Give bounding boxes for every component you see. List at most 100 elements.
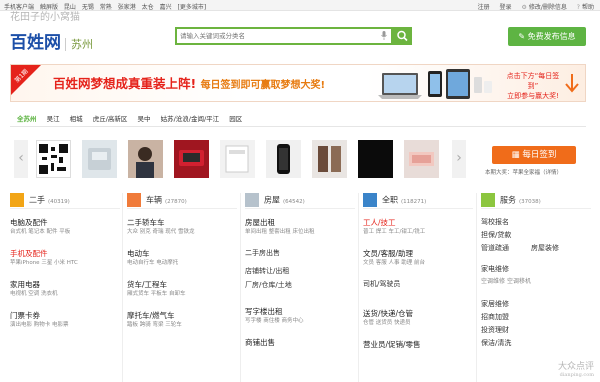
- subcategory-tags[interactable]: 苹果iPhone 三星 小米 HTC: [10, 258, 122, 267]
- subcategory-tags[interactable]: 电动自行车 电动摩托: [127, 258, 239, 267]
- subcategory-link[interactable]: 家居维修: [481, 299, 586, 312]
- edit-icon: ✎: [518, 32, 528, 41]
- district-link[interactable]: 虎丘/高新区: [93, 115, 128, 123]
- subcategory-link[interactable]: 家用电器: [10, 279, 122, 289]
- daily-signin-button[interactable]: ▦ 每日签到: [492, 146, 576, 164]
- listing-thumbnail[interactable]: [404, 140, 439, 178]
- promo-banner[interactable]: 第1期 百姓网梦想成真重装上阵! 每日签到即可赢取梦想大奖! 点击下方“每日签到…: [10, 64, 586, 102]
- arrow-down-icon: [565, 74, 579, 93]
- subcategory-link[interactable]: 招商加盟: [481, 312, 586, 325]
- service-icon: [481, 193, 495, 207]
- subcategory-link[interactable]: 文员/客服/助理: [363, 248, 475, 258]
- category-header-services[interactable]: 服务 (37038): [481, 193, 591, 209]
- subcategory-link[interactable]: 营业员/促销/零售: [363, 339, 475, 349]
- subcategory-link[interactable]: 家电维修: [481, 264, 586, 276]
- subcategory-link[interactable]: 工人/技工: [363, 217, 475, 227]
- category-column-fulltime: 工人/技工 普工 焊工 车工/钳工/铣工 文员/客服/助理 文员 客服 人事 助…: [363, 217, 475, 349]
- city-link[interactable]: 常熟: [100, 4, 112, 11]
- subcategory-link[interactable]: 店铺转让/出租: [245, 266, 357, 280]
- post-free-button[interactable]: ✎ 免费发布信息: [508, 27, 586, 46]
- site-logo[interactable]: 百姓网 苏州: [10, 28, 93, 53]
- calendar-icon: ▦: [511, 150, 523, 160]
- subcategory-tags[interactable]: 大众 别克 奇瑞 现代 雪铁龙: [127, 227, 239, 236]
- subcategory-link[interactable]: 驾校报名: [481, 217, 586, 230]
- listing-thumbnail[interactable]: [128, 140, 163, 178]
- category-header-vehicles[interactable]: 车辆 (27870): [127, 193, 237, 209]
- city-link[interactable]: 无锡: [82, 4, 94, 11]
- more-cities-link[interactable]: [更多城市]: [178, 4, 207, 11]
- subcategory-link[interactable]: 手机及配件: [10, 248, 122, 258]
- account-links: 注册 登录 ⚙ 修改/删除信息 ? 帮助: [470, 2, 594, 11]
- subcategory-link[interactable]: 房屋出租: [245, 217, 357, 227]
- subcategory-link[interactable]: 保洁/清洗: [481, 338, 586, 351]
- subcategory-link[interactable]: 房屋装修: [531, 244, 559, 252]
- qr-code-image[interactable]: [36, 140, 71, 178]
- prize-note[interactable]: 本期大奖：苹果全家福（详情）: [485, 168, 562, 176]
- login-link[interactable]: 登录: [500, 4, 512, 11]
- search-input[interactable]: [177, 29, 367, 43]
- subcategory-link[interactable]: 摩托车/燃气车: [127, 310, 239, 320]
- district-link[interactable]: 吴中: [138, 115, 151, 123]
- search-button[interactable]: [393, 27, 412, 45]
- house-icon: [245, 193, 259, 207]
- category-column-secondhand: 电脑及配件 台式机 笔记本 配件 平板 手机及配件 苹果iPhone 三星 小米…: [10, 217, 122, 341]
- search-box: [175, 27, 393, 45]
- current-city[interactable]: 苏州: [65, 38, 93, 51]
- subcategory-tags[interactable]: 写字楼 商住楼 商务中心: [245, 316, 357, 325]
- listing-thumbnail[interactable]: [82, 140, 117, 178]
- help-link[interactable]: ? 帮助: [577, 4, 594, 11]
- divider: [476, 193, 477, 382]
- chevron-right-icon: ›: [456, 150, 462, 166]
- subcategory-link[interactable]: 送货/快递/仓管: [363, 308, 475, 318]
- listing-thumbnail[interactable]: [358, 140, 393, 178]
- subcategory-link[interactable]: 电动车: [127, 248, 239, 258]
- banner-title: 百姓网梦想成真重装上阵! 每日签到即可赢取梦想大奖!: [53, 76, 326, 91]
- subcategory-link[interactable]: 司机/驾驶员: [363, 279, 475, 308]
- district-link[interactable]: 吴江: [47, 115, 60, 123]
- category-header-housing[interactable]: 房屋 (64542): [245, 193, 355, 209]
- city-link[interactable]: 太仓: [142, 4, 154, 11]
- subcategory-tags[interactable]: 踏板 跨骑 弯梁 三轮车: [127, 320, 239, 329]
- subcategory-tags[interactable]: 普工 焊工 车工/钳工/铣工: [363, 227, 475, 236]
- watermark-top: 花田子的小窝猫: [10, 12, 80, 23]
- subcategory-tags[interactable]: 演出电影 购物卡 电影票: [10, 320, 122, 329]
- category-header-secondhand[interactable]: 二手 (40319): [10, 193, 120, 209]
- district-link[interactable]: 姑苏/沧浪/金阊/平江: [161, 115, 220, 123]
- city-link[interactable]: 嘉兴: [160, 4, 172, 11]
- subcategory-tags[interactable]: 仓管 送货员 快递员: [363, 318, 475, 327]
- subcategory-link[interactable]: 商铺出售: [245, 337, 357, 347]
- district-nav: 全苏州 吴江 相城 虎丘/高新区 吴中 姑苏/沧浪/金阊/平江 园区: [17, 113, 250, 123]
- city-link[interactable]: 张家港: [118, 4, 136, 11]
- listing-thumbnail[interactable]: [266, 140, 301, 178]
- listing-thumbnail[interactable]: [312, 140, 347, 178]
- register-link[interactable]: 注册: [478, 4, 490, 11]
- listing-thumbnail[interactable]: [220, 140, 255, 178]
- district-link[interactable]: 园区: [229, 115, 242, 123]
- subcategory-link[interactable]: 写字楼出租: [245, 306, 357, 316]
- subcategory-tags[interactable]: 电视机 空调 洗衣机: [10, 289, 122, 298]
- carousel-prev-button[interactable]: ‹: [14, 140, 28, 178]
- subcategory-tags[interactable]: 台式机 笔记本 配件 平板: [10, 227, 122, 236]
- subcategory-link[interactable]: 门票卡券: [10, 310, 122, 320]
- listing-thumbnail[interactable]: [174, 140, 209, 178]
- subcategory-tags[interactable]: 厢式货车 平板车 自卸车: [127, 289, 239, 298]
- subcategory-link[interactable]: 二手轿车车: [127, 217, 239, 227]
- subcategory-link[interactable]: 二手房出售: [245, 248, 357, 266]
- district-all[interactable]: 全苏州: [17, 115, 37, 123]
- subcategory-link[interactable]: 货车/工程车: [127, 279, 239, 289]
- district-link[interactable]: 相城: [70, 115, 83, 123]
- subcategory-link[interactable]: 电脑及配件: [10, 217, 122, 227]
- subcategory-link[interactable]: 厂房/仓库/土地: [245, 280, 357, 306]
- carousel-next-button[interactable]: ›: [452, 140, 466, 178]
- subcategory-link[interactable]: 投资理财: [481, 325, 586, 338]
- edit-delete-link[interactable]: ⚙ 修改/删除信息: [521, 4, 566, 11]
- category-header-fulltime[interactable]: 全职 (118271): [363, 193, 473, 209]
- subcategory-link[interactable]: 担保/贷款: [481, 230, 586, 243]
- divider: [122, 193, 123, 382]
- briefcase-icon: [363, 193, 377, 207]
- microphone-icon[interactable]: [381, 31, 387, 40]
- subcategory-tags[interactable]: 文员 客服 人事 助理 前台: [363, 258, 475, 267]
- chevron-left-icon: ‹: [18, 150, 24, 166]
- subcategory-tags[interactable]: 单间出租 整套出租 床位出租: [245, 227, 357, 236]
- subcategory-link[interactable]: 管道疏通: [481, 244, 509, 252]
